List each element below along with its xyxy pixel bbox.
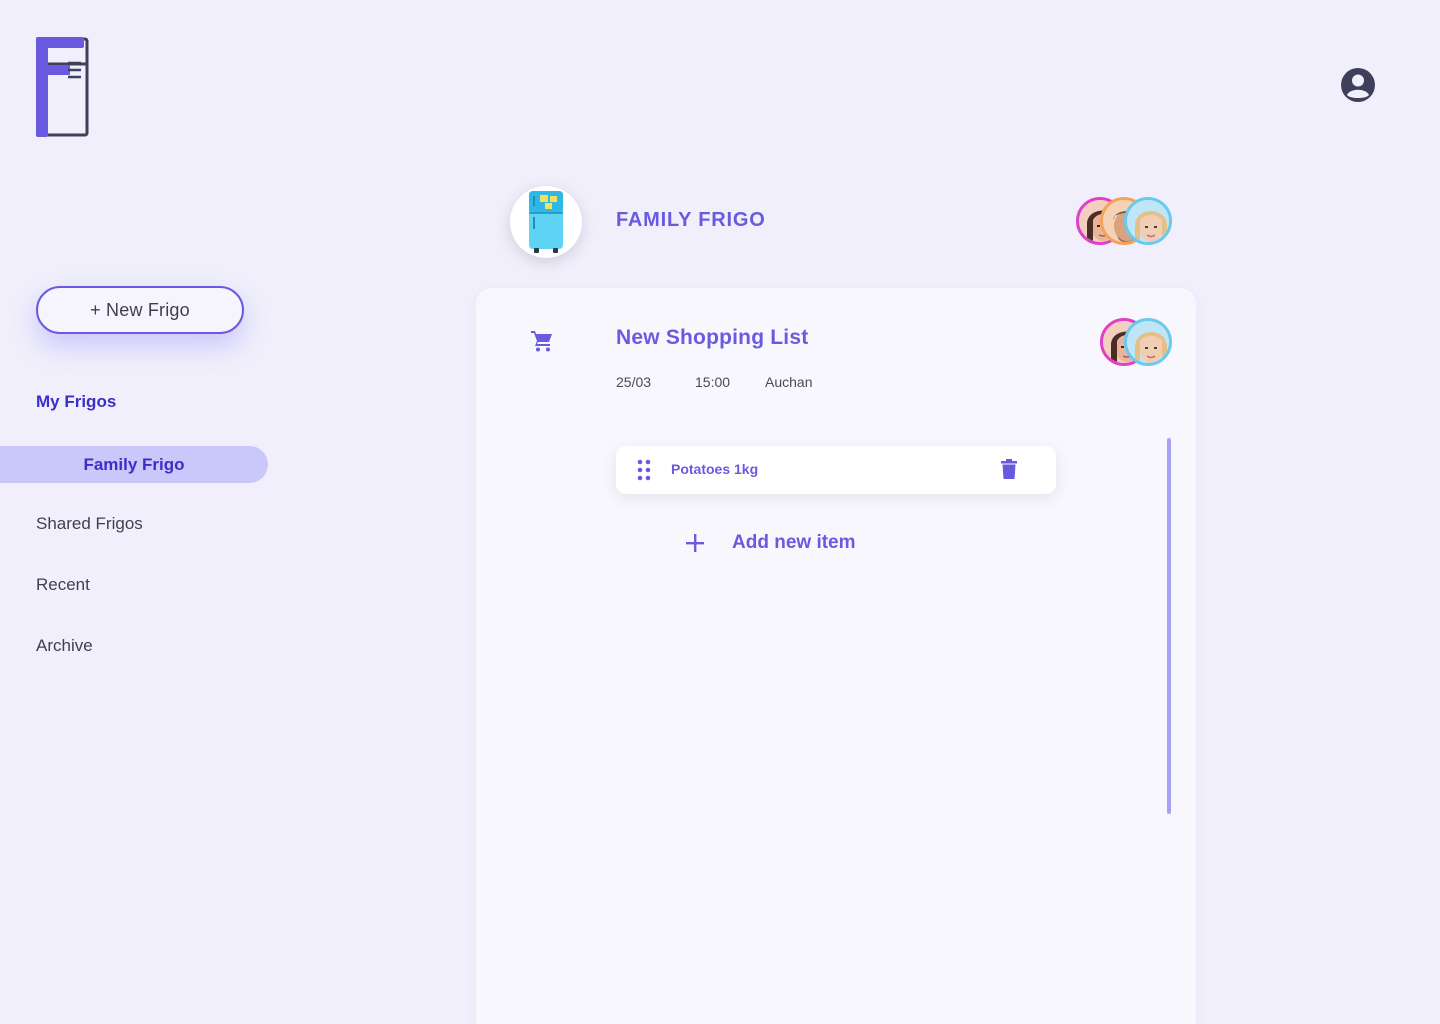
list-members[interactable] [1100, 318, 1172, 366]
sidebar-item-family-frigo[interactable]: Family Frigo [0, 446, 268, 483]
list-store[interactable]: Auchan [765, 374, 812, 390]
fridge-logo-icon[interactable] [36, 37, 89, 137]
frigo-title: FAMILY FRIGO [616, 209, 766, 231]
frigo-avatar[interactable] [510, 186, 582, 258]
member-avatar[interactable] [1124, 197, 1172, 245]
person-avatar-icon [1127, 200, 1169, 242]
list-time[interactable]: 15:00 [695, 374, 730, 390]
drag-handle-icon[interactable] [636, 459, 652, 481]
list-date[interactable]: 25/03 [616, 374, 651, 390]
shopping-cart-icon [531, 331, 552, 352]
add-new-item-label: Add new item [732, 532, 856, 553]
sidebar-item-archive[interactable]: Archive [36, 636, 93, 656]
person-avatar-icon [1127, 321, 1169, 363]
sidebar-item-label: Family Frigo [83, 454, 185, 474]
list-item[interactable]: Potatoes 1kg [616, 446, 1056, 494]
list-scrollbar[interactable] [1167, 438, 1171, 814]
app-page: + New Frigo My Frigos Family Frigo Share… [0, 0, 1440, 1024]
account-circle-icon[interactable] [1340, 67, 1376, 103]
list-title[interactable]: New Shopping List [616, 326, 808, 350]
fridge-icon [529, 191, 563, 253]
list-item-label[interactable]: Potatoes 1kg [671, 461, 758, 477]
member-avatar[interactable] [1124, 318, 1172, 366]
new-frigo-button[interactable]: + New Frigo [36, 286, 244, 334]
frigo-members[interactable] [1076, 197, 1172, 245]
sidebar-item-shared-frigos[interactable]: Shared Frigos [36, 514, 143, 534]
add-new-item-button[interactable]: Add new item [684, 532, 856, 554]
shopping-list-card [476, 288, 1196, 1024]
trash-icon[interactable] [1001, 459, 1017, 479]
my-frigos-heading: My Frigos [36, 392, 117, 411]
plus-icon [686, 534, 704, 552]
sidebar-item-recent[interactable]: Recent [36, 575, 90, 595]
